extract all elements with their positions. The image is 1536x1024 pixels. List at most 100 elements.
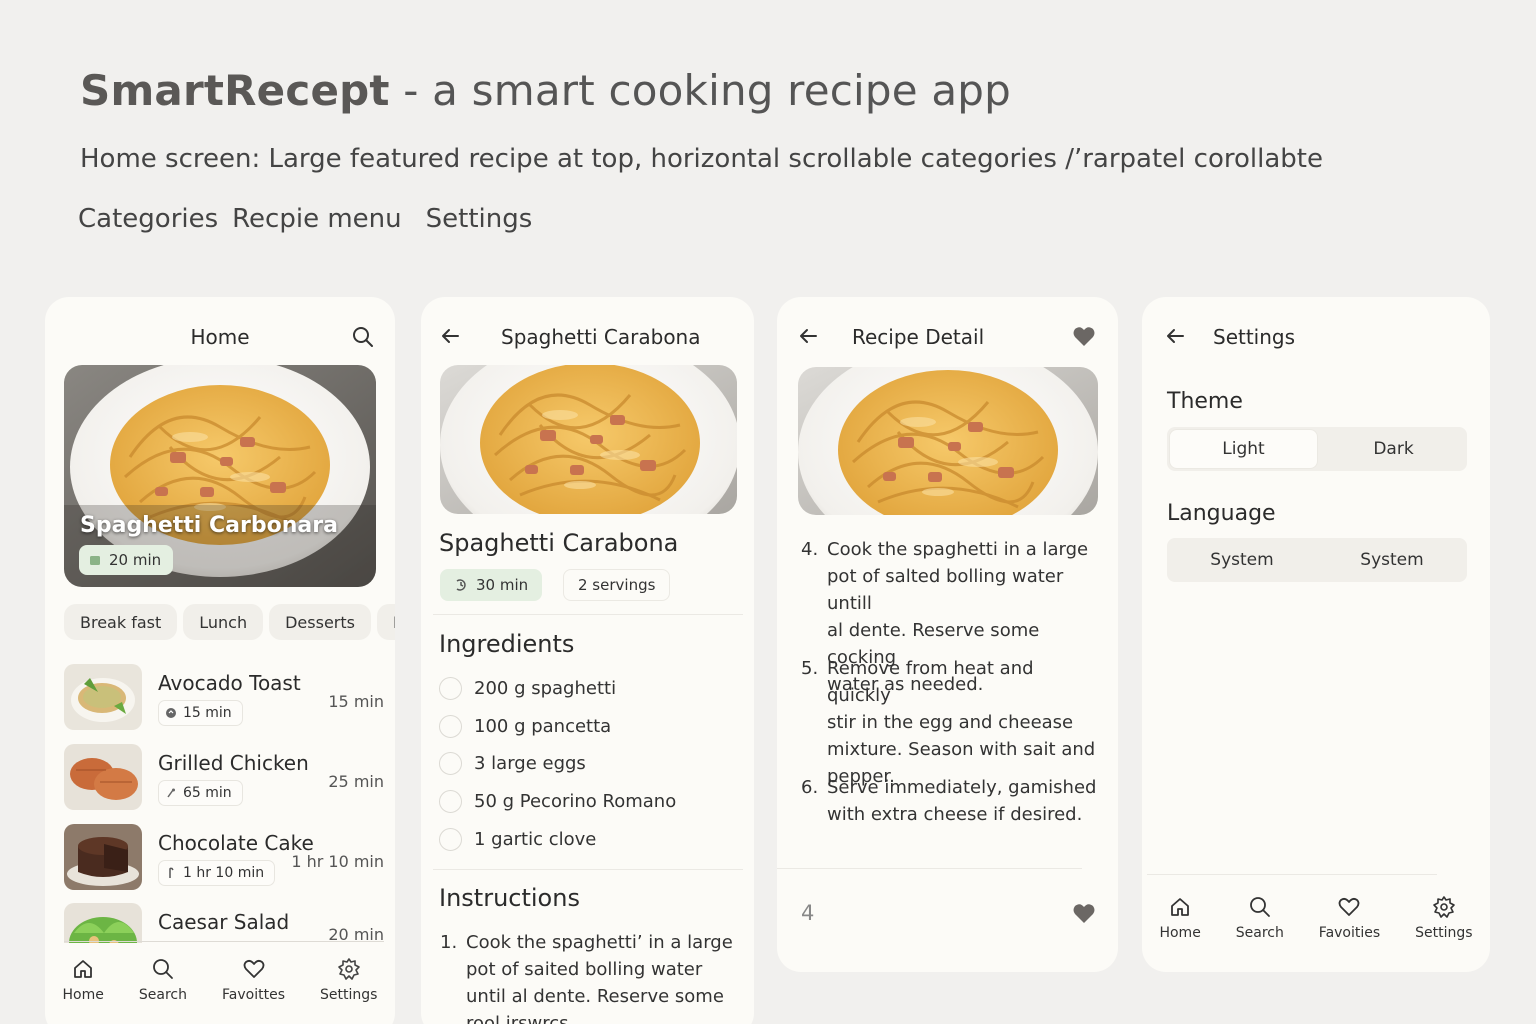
recipe-image xyxy=(440,365,737,514)
nav-search-label: Search xyxy=(138,987,187,1003)
ingredient-text: 50 g Pecorino Romano xyxy=(474,790,677,812)
recipe-badge: 65 min xyxy=(158,780,243,806)
checkbox[interactable] xyxy=(439,676,462,700)
step-number: 4. xyxy=(801,539,819,560)
recipe-screen-title: Spaghetti Carabona xyxy=(501,325,701,349)
nav-favorites[interactable]: Favoittes xyxy=(222,957,285,1003)
back-arrow-icon[interactable] xyxy=(439,325,461,347)
nav-search[interactable]: Search xyxy=(1236,895,1284,941)
language-option[interactable]: System xyxy=(1317,538,1467,582)
divider xyxy=(433,869,743,870)
heart-icon[interactable] xyxy=(1072,325,1096,347)
time-pill: 30 min xyxy=(440,569,543,601)
caesar-salad-thumb xyxy=(64,903,142,943)
detail-image xyxy=(798,367,1098,515)
featured-recipe-card[interactable]: Spaghetti Carbonara 20 min xyxy=(64,365,376,587)
recipe-badge: 1 hr 10 min xyxy=(158,860,276,886)
page-title: SmartRecept - a smart cooking recipe app xyxy=(80,66,1011,115)
chocolate-cake-thumb xyxy=(64,824,142,890)
top-nav: Categories Recpie menu Settings xyxy=(78,204,532,234)
ingredient-item[interactable]: 1 gartic clove xyxy=(439,826,596,852)
ingredient-text: 100 g pancetta xyxy=(474,715,612,737)
recipe-name: Caesar Salad xyxy=(158,910,290,934)
heart-icon[interactable] xyxy=(1072,902,1096,924)
recipe-name: Spaghetti Carabona xyxy=(439,529,679,557)
instruction-step: 6. Serve immediately, gamished with extr… xyxy=(801,774,1101,830)
avocado-toast-thumb xyxy=(64,664,142,730)
step-line: Remove from heat and quickly xyxy=(827,658,1034,706)
nav-home-label: Home xyxy=(62,987,104,1003)
home-title: Home xyxy=(190,325,250,349)
step-number: 1. xyxy=(440,932,458,953)
instruction-step: 4. Cook the spaghetti in a large pot of … xyxy=(801,536,1101,695)
nav-settings-label: Settings xyxy=(320,987,378,1003)
page-subtitle: Home screen: Large featured recipe at to… xyxy=(80,144,1323,174)
step-line: Serve immediately, gamished xyxy=(827,777,1097,798)
servings-pill: 2 servings xyxy=(563,569,671,601)
step-line: stir in the egg and cheease xyxy=(827,712,1074,733)
chip-dinner[interactable]: Din xyxy=(376,604,395,640)
instruction-step: 5. Remove from heat and quickly stir in … xyxy=(801,655,1101,787)
timer-icon xyxy=(454,578,468,592)
language-selector: System System xyxy=(1167,538,1467,582)
back-arrow-icon[interactable] xyxy=(1164,325,1186,347)
nav-settings[interactable]: Settings xyxy=(1415,895,1473,941)
list-item[interactable]: Chocolate Cake 1 hr 10 min 1 hr 10 min xyxy=(64,824,384,892)
checkbox[interactable] xyxy=(439,789,462,813)
nav-home[interactable]: Home xyxy=(1159,895,1201,941)
checkbox[interactable] xyxy=(439,714,462,738)
nav-favorites[interactable]: Favoities xyxy=(1319,895,1380,941)
ingredient-item[interactable]: 3 large eggs xyxy=(439,750,586,776)
settings-title: Settings xyxy=(1213,325,1296,349)
nav-search[interactable]: Search xyxy=(139,957,187,1003)
home-screen: Home Spaghetti Carbonara 20 min Break fa… xyxy=(45,297,395,1024)
step-line: mixture. Season with sait and xyxy=(827,739,1096,760)
bottom-nav: Home Search Favoities Settings xyxy=(1142,895,1490,941)
heart-icon xyxy=(1337,895,1361,919)
nav-categories[interactable]: Categories xyxy=(78,204,218,234)
servings-text: 2 servings xyxy=(578,576,656,594)
nav-favorites-label: Favoittes xyxy=(222,987,286,1003)
recipe-badge-text: 1 hr 10 min xyxy=(183,865,265,881)
list-item[interactable]: Grilled Chicken 65 min 25 min xyxy=(64,744,384,812)
checkbox[interactable] xyxy=(439,827,462,851)
chip-breakfast[interactable]: Break fast xyxy=(64,604,178,640)
chip-lunch[interactable]: Lunch xyxy=(183,604,264,640)
recipe-screen: Spaghetti Carabona Spaghetti Carabona 30… xyxy=(421,297,754,1024)
nav-settings[interactable]: Settings xyxy=(426,204,533,234)
instructions-heading: Instructions xyxy=(439,884,580,912)
recipe-time: 1 hr 10 min xyxy=(291,852,384,871)
theme-dark-option[interactable]: Dark xyxy=(1320,427,1467,471)
featured-time: 20 min xyxy=(109,551,162,569)
recipe-time: 15 min xyxy=(328,692,384,711)
theme-label: Theme xyxy=(1167,389,1243,414)
category-chips: Break fast Lunch Desserts Din xyxy=(64,604,395,640)
ingredient-item[interactable]: 100 g pancetta xyxy=(439,713,611,739)
divider xyxy=(777,868,1082,869)
nav-home[interactable]: Home xyxy=(63,957,104,1003)
step-line: Cook the spaghetti in a large xyxy=(827,539,1089,560)
ingredient-item[interactable]: 200 g spaghetti xyxy=(439,675,616,701)
home-icon xyxy=(71,957,95,981)
nav-settings-label: Settings xyxy=(1415,925,1473,941)
bottom-nav: Home Search Favoittes Settings xyxy=(45,957,395,1003)
nav-settings[interactable]: Settings xyxy=(320,957,377,1003)
ingredient-text: 1 gartic clove xyxy=(474,828,597,850)
timer-icon xyxy=(165,707,177,719)
back-arrow-icon[interactable] xyxy=(797,325,819,347)
language-option[interactable]: System xyxy=(1167,538,1317,582)
search-icon xyxy=(151,957,175,981)
checkbox[interactable] xyxy=(439,751,462,775)
ingredient-item[interactable]: 50 g Pecorino Romano xyxy=(439,788,676,814)
list-item[interactable]: Caesar Salad 20 min xyxy=(64,903,384,943)
calendar-icon xyxy=(89,554,101,566)
recipe-badge-text: 15 min xyxy=(183,705,232,721)
divider xyxy=(1147,874,1437,875)
step-line: Cook the spaghetti’ in a large xyxy=(466,932,733,953)
theme-light-option[interactable]: Light xyxy=(1169,429,1318,469)
nav-recipe-menu[interactable]: Recpie menu xyxy=(232,204,401,234)
list-item[interactable]: Avocado Toast 15 min 15 min xyxy=(64,664,384,732)
chip-desserts[interactable]: Desserts xyxy=(269,604,371,640)
search-icon[interactable] xyxy=(351,325,375,349)
ingredient-text: 200 g spaghetti xyxy=(474,677,617,699)
